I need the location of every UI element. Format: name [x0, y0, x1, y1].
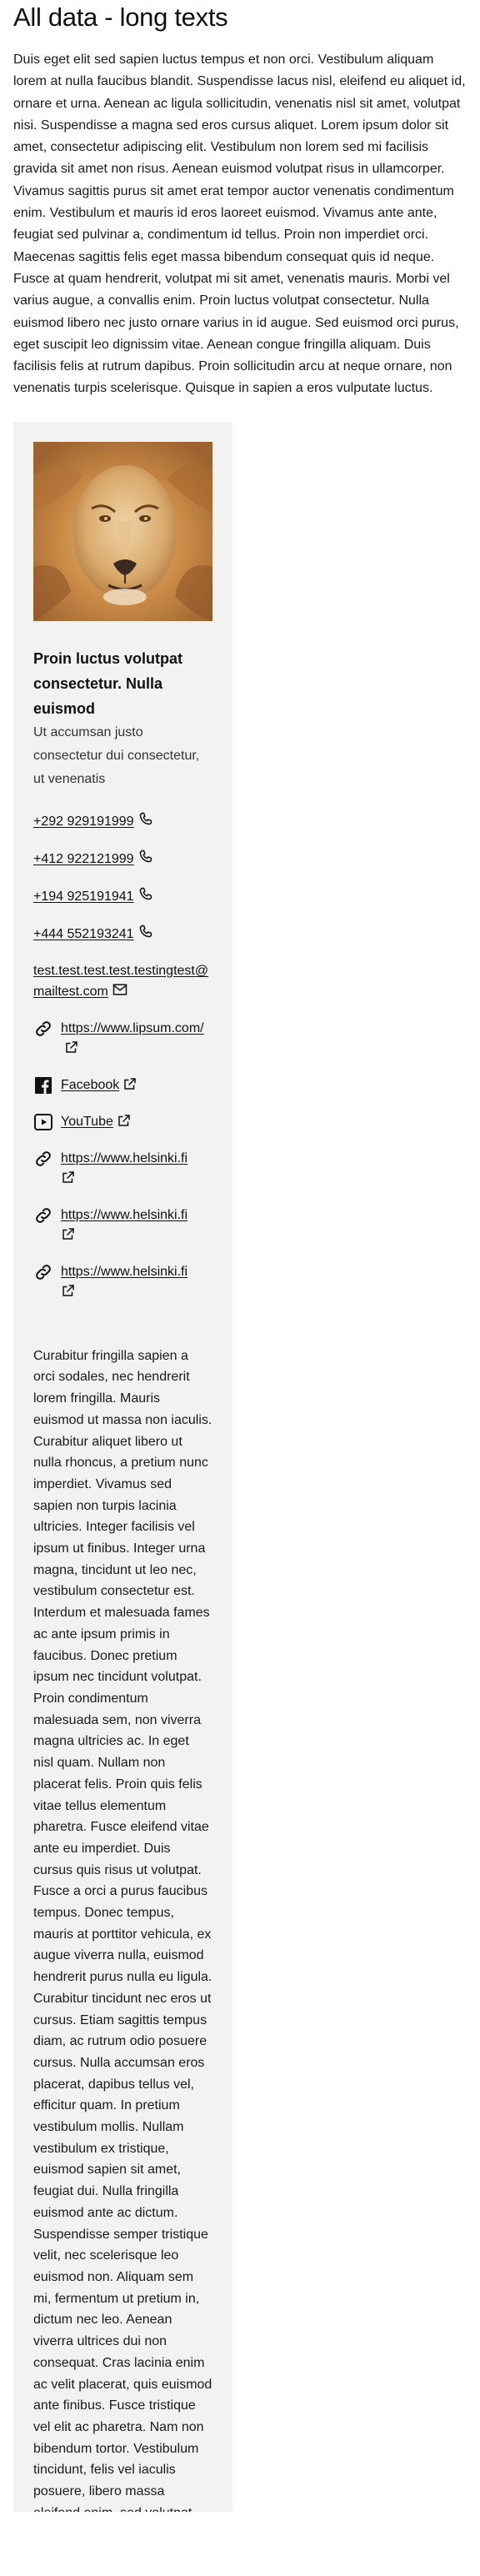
email-row: test.test.test.test.testingtest@mailtest… [33, 961, 212, 1002]
phone-row: +412 922121999 [33, 849, 212, 870]
envelope-icon [112, 981, 128, 998]
link-row: https://www.helsinki.fi [33, 1149, 212, 1189]
external-link-icon [61, 1170, 76, 1185]
card-long-text: Curabitur fringilla sapien a orci sodale… [33, 1348, 212, 2512]
phone-icon [138, 811, 154, 828]
external-link-icon [64, 1040, 79, 1055]
link-row: https://www.helsinki.fi [33, 1262, 212, 1302]
website-link[interactable]: https://www.helsinki.fi [61, 1265, 188, 1279]
phone-row: +194 925191941 [33, 886, 212, 907]
external-link-icon [117, 1113, 132, 1128]
card-title: Proin luctus volutpat consectetur. Nulla… [33, 649, 183, 717]
link-row: https://www.helsinki.fi [33, 1205, 212, 1245]
phone-icon [138, 849, 154, 865]
phone-link[interactable]: +444 552193241 [33, 927, 134, 941]
website-link[interactable]: https://www.helsinki.fi [61, 1208, 188, 1222]
phone-row: +444 552193241 [33, 924, 212, 945]
youtube-link[interactable]: YouTube [61, 1115, 113, 1129]
link-icon [33, 1262, 53, 1282]
facebook-icon [33, 1075, 53, 1095]
page: All data - long texts Duis eget elit sed… [0, 0, 480, 2512]
lion-image [33, 441, 212, 621]
facebook-link[interactable]: Facebook [61, 1078, 119, 1092]
phone-link[interactable]: +292 929191999 [33, 814, 134, 829]
link-row: Facebook [33, 1075, 212, 1095]
phone-icon [138, 924, 154, 940]
phone-link[interactable]: +412 922121999 [33, 852, 134, 866]
card-subtitle: Ut accumsan justo consectetur dui consec… [33, 724, 200, 786]
youtube-icon [33, 1112, 53, 1132]
external-link-icon [61, 1283, 76, 1298]
link-icon [33, 1019, 53, 1039]
link-row: YouTube [33, 1112, 212, 1132]
external-link-icon [61, 1226, 76, 1241]
page-title: All data - long texts [13, 3, 228, 32]
lion-photo [33, 441, 212, 621]
phone-icon [138, 886, 154, 903]
link-row: https://www.lipsum.com/ [33, 1019, 212, 1059]
contact-list: +292 929191999 +412 922121999 +194 92519… [33, 811, 212, 1302]
phone-row: +292 929191999 [33, 811, 212, 832]
link-icon [33, 1205, 53, 1225]
contact-card: Proin luctus volutpat consectetur. Nulla… [13, 421, 232, 2512]
external-link-icon [122, 1076, 138, 1091]
phone-link[interactable]: +194 925191941 [33, 890, 134, 904]
link-icon [33, 1149, 53, 1169]
website-link[interactable]: https://www.lipsum.com/ [61, 1021, 204, 1035]
intro-paragraph: Duis eget elit sed sapien luctus tempus … [13, 53, 466, 396]
website-link[interactable]: https://www.helsinki.fi [61, 1151, 188, 1165]
